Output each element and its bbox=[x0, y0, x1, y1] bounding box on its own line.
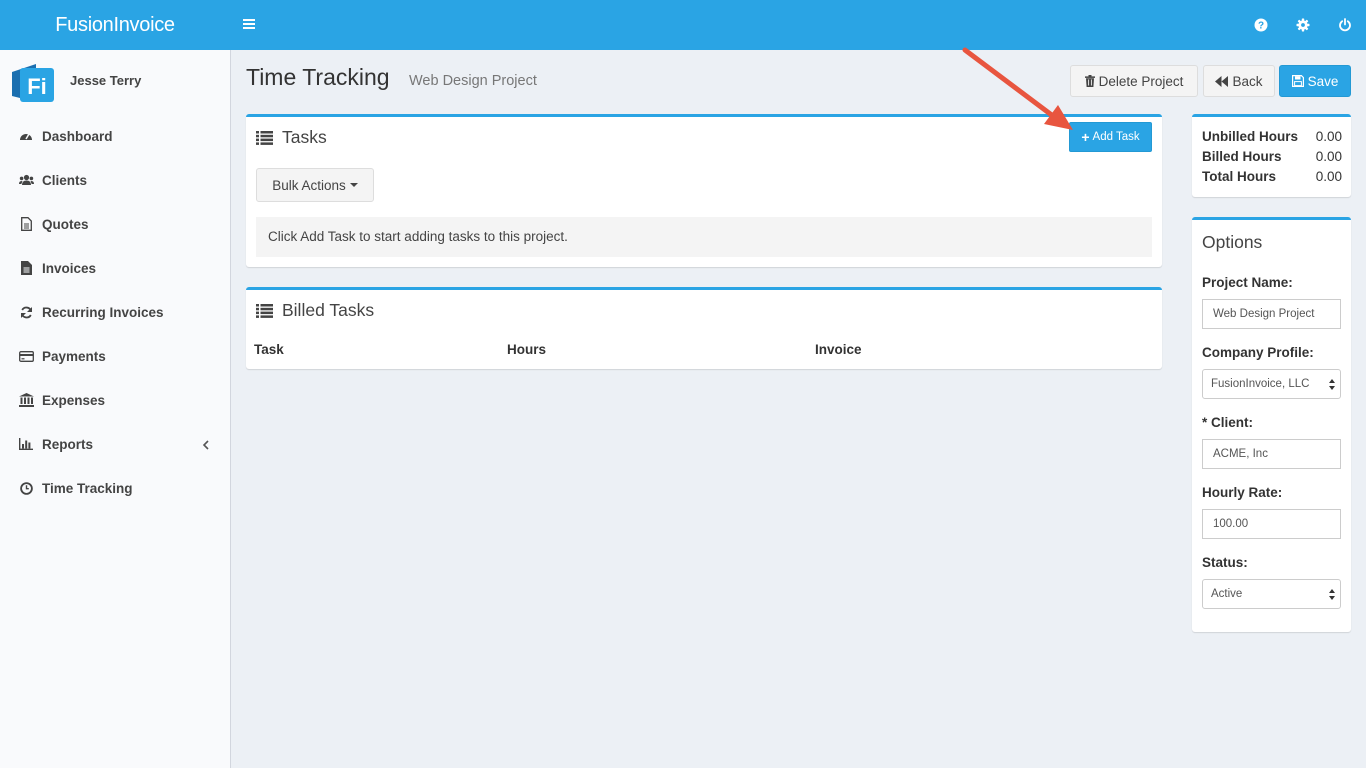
tasks-title-label: Tasks bbox=[282, 127, 327, 147]
billed-tasks-title: Billed Tasks bbox=[256, 300, 374, 321]
bulk-actions-button[interactable]: Bulk Actions bbox=[256, 168, 374, 202]
column-header-hours: Hours bbox=[507, 342, 547, 357]
back-label: Back bbox=[1232, 73, 1263, 89]
sidebar-item-label: Quotes bbox=[42, 216, 89, 232]
billed-tasks-title-label: Billed Tasks bbox=[282, 300, 375, 320]
sidebar-item-label: Expenses bbox=[42, 392, 106, 408]
sidebar-item-label: Invoices bbox=[42, 260, 97, 276]
sidebar-item-label: Payments bbox=[42, 348, 106, 364]
clock-icon bbox=[18, 480, 34, 496]
client-label: * Client: bbox=[1202, 415, 1254, 430]
trash-icon bbox=[1084, 75, 1095, 87]
column-header-invoice: Invoice bbox=[815, 342, 862, 357]
power-icon[interactable] bbox=[1335, 15, 1355, 35]
unbilled-hours-row: Unbilled Hours 0.00 bbox=[1202, 129, 1342, 144]
page-title: Time Tracking bbox=[246, 64, 390, 90]
total-hours-label: Total Hours bbox=[1202, 169, 1276, 184]
company-profile-value: FusionInvoice, LLC bbox=[1211, 378, 1310, 390]
billed-tasks-box: Billed Tasks Task Hours Invoice bbox=[246, 287, 1162, 369]
sidebar-item-dashboard[interactable]: Dashboard bbox=[0, 114, 230, 158]
unbilled-hours-label: Unbilled Hours bbox=[1202, 129, 1299, 144]
billed-hours-label: Billed Hours bbox=[1202, 149, 1282, 164]
user-panel: Fi Jesse Terry bbox=[10, 60, 220, 120]
total-hours-row: Total Hours 0.00 bbox=[1202, 169, 1342, 184]
options-title: Options bbox=[1202, 232, 1263, 252]
hourly-rate-label: Hourly Rate: bbox=[1202, 485, 1283, 500]
status-select[interactable]: Active bbox=[1202, 579, 1341, 609]
project-name-label: Project Name: bbox=[1202, 275, 1293, 290]
bulk-actions-label: Bulk Actions bbox=[272, 177, 346, 193]
client-field[interactable]: ACME, Inc bbox=[1202, 439, 1341, 469]
credit-card-icon bbox=[18, 348, 34, 364]
total-hours-value: 0.00 bbox=[1315, 169, 1342, 184]
help-icon[interactable]: ? bbox=[1251, 15, 1271, 35]
hourly-rate-field[interactable]: 100.00 bbox=[1202, 509, 1341, 539]
project-name-field[interactable]: Web Design Project bbox=[1202, 299, 1341, 329]
top-header: FusionInvoice ? bbox=[0, 0, 1366, 50]
list-icon bbox=[256, 303, 273, 318]
sidebar-item-recurring-invoices[interactable]: Recurring Invoices bbox=[0, 290, 230, 334]
sidebar-item-label: Recurring Invoices bbox=[42, 304, 164, 320]
sidebar-item-label: Dashboard bbox=[42, 128, 113, 144]
file-text-icon bbox=[18, 216, 34, 232]
hours-summary-box: Unbilled Hours 0.00 Billed Hours 0.00 To… bbox=[1192, 114, 1351, 197]
sidebar-item-clients[interactable]: Clients bbox=[0, 158, 230, 202]
back-button[interactable]: Back bbox=[1203, 65, 1275, 97]
sidebar-item-reports[interactable]: Reports bbox=[0, 422, 230, 466]
user-name: Jesse Terry bbox=[70, 73, 142, 88]
menu-icon[interactable] bbox=[243, 17, 257, 33]
tasks-box: Tasks + Add Task Bulk Actions Click Add … bbox=[246, 114, 1162, 267]
svg-text:?: ? bbox=[1258, 21, 1264, 32]
chevron-left-icon bbox=[202, 438, 212, 450]
select-arrows-icon bbox=[1329, 589, 1335, 600]
refresh-icon bbox=[18, 304, 34, 320]
plus-icon: + bbox=[1081, 129, 1090, 145]
list-icon bbox=[256, 130, 273, 145]
users-icon bbox=[18, 172, 34, 188]
sidebar-item-quotes[interactable]: Quotes bbox=[0, 202, 230, 246]
dashboard-icon bbox=[18, 128, 34, 144]
svg-text:Fi: Fi bbox=[27, 74, 47, 99]
brand-logo[interactable]: FusionInvoice bbox=[0, 0, 230, 50]
save-button[interactable]: Save bbox=[1279, 65, 1351, 97]
sidebar: Fi Jesse Terry Dashboard Clients Quotes bbox=[0, 50, 231, 768]
column-header-task: Task bbox=[254, 342, 284, 357]
options-box: Options Project Name: Web Design Project… bbox=[1192, 217, 1351, 632]
billed-hours-value: 0.00 bbox=[1315, 149, 1342, 164]
sidebar-item-label: Time Tracking bbox=[42, 480, 133, 496]
unbilled-hours-value: 0.00 bbox=[1315, 129, 1342, 144]
save-icon bbox=[1291, 75, 1304, 87]
sidebar-item-label: Clients bbox=[42, 172, 88, 188]
bar-chart-icon bbox=[18, 436, 34, 452]
sidebar-item-payments[interactable]: Payments bbox=[0, 334, 230, 378]
backward-icon bbox=[1215, 75, 1229, 87]
gear-icon[interactable] bbox=[1293, 15, 1313, 35]
sidebar-item-label: Reports bbox=[42, 436, 94, 452]
select-arrows-icon bbox=[1329, 379, 1335, 390]
company-profile-select[interactable]: FusionInvoice, LLC bbox=[1202, 369, 1341, 399]
caret-down-icon bbox=[349, 183, 358, 187]
avatar: Fi bbox=[10, 60, 56, 106]
billed-hours-row: Billed Hours 0.00 bbox=[1202, 149, 1342, 164]
page-subtitle: Web Design Project bbox=[409, 73, 537, 89]
sidebar-item-expenses[interactable]: Expenses bbox=[0, 378, 230, 422]
sidebar-item-time-tracking[interactable]: Time Tracking bbox=[0, 466, 230, 510]
save-label: Save bbox=[1307, 73, 1339, 89]
sidebar-item-invoices[interactable]: Invoices bbox=[0, 246, 230, 290]
status-label: Status: bbox=[1202, 555, 1248, 570]
sidebar-nav: Dashboard Clients Quotes Invoices Recurr… bbox=[0, 114, 230, 510]
add-task-button[interactable]: + Add Task bbox=[1069, 122, 1152, 152]
delete-project-button[interactable]: Delete Project bbox=[1070, 65, 1198, 97]
empty-tasks-notice: Click Add Task to start adding tasks to … bbox=[256, 217, 1152, 257]
add-task-label: Add Task bbox=[1092, 131, 1140, 143]
tasks-title: Tasks bbox=[256, 127, 327, 148]
bank-icon bbox=[18, 392, 34, 408]
status-value: Active bbox=[1211, 588, 1243, 600]
company-profile-label: Company Profile: bbox=[1202, 345, 1314, 360]
delete-project-label: Delete Project bbox=[1098, 73, 1184, 89]
file-icon bbox=[18, 260, 34, 276]
